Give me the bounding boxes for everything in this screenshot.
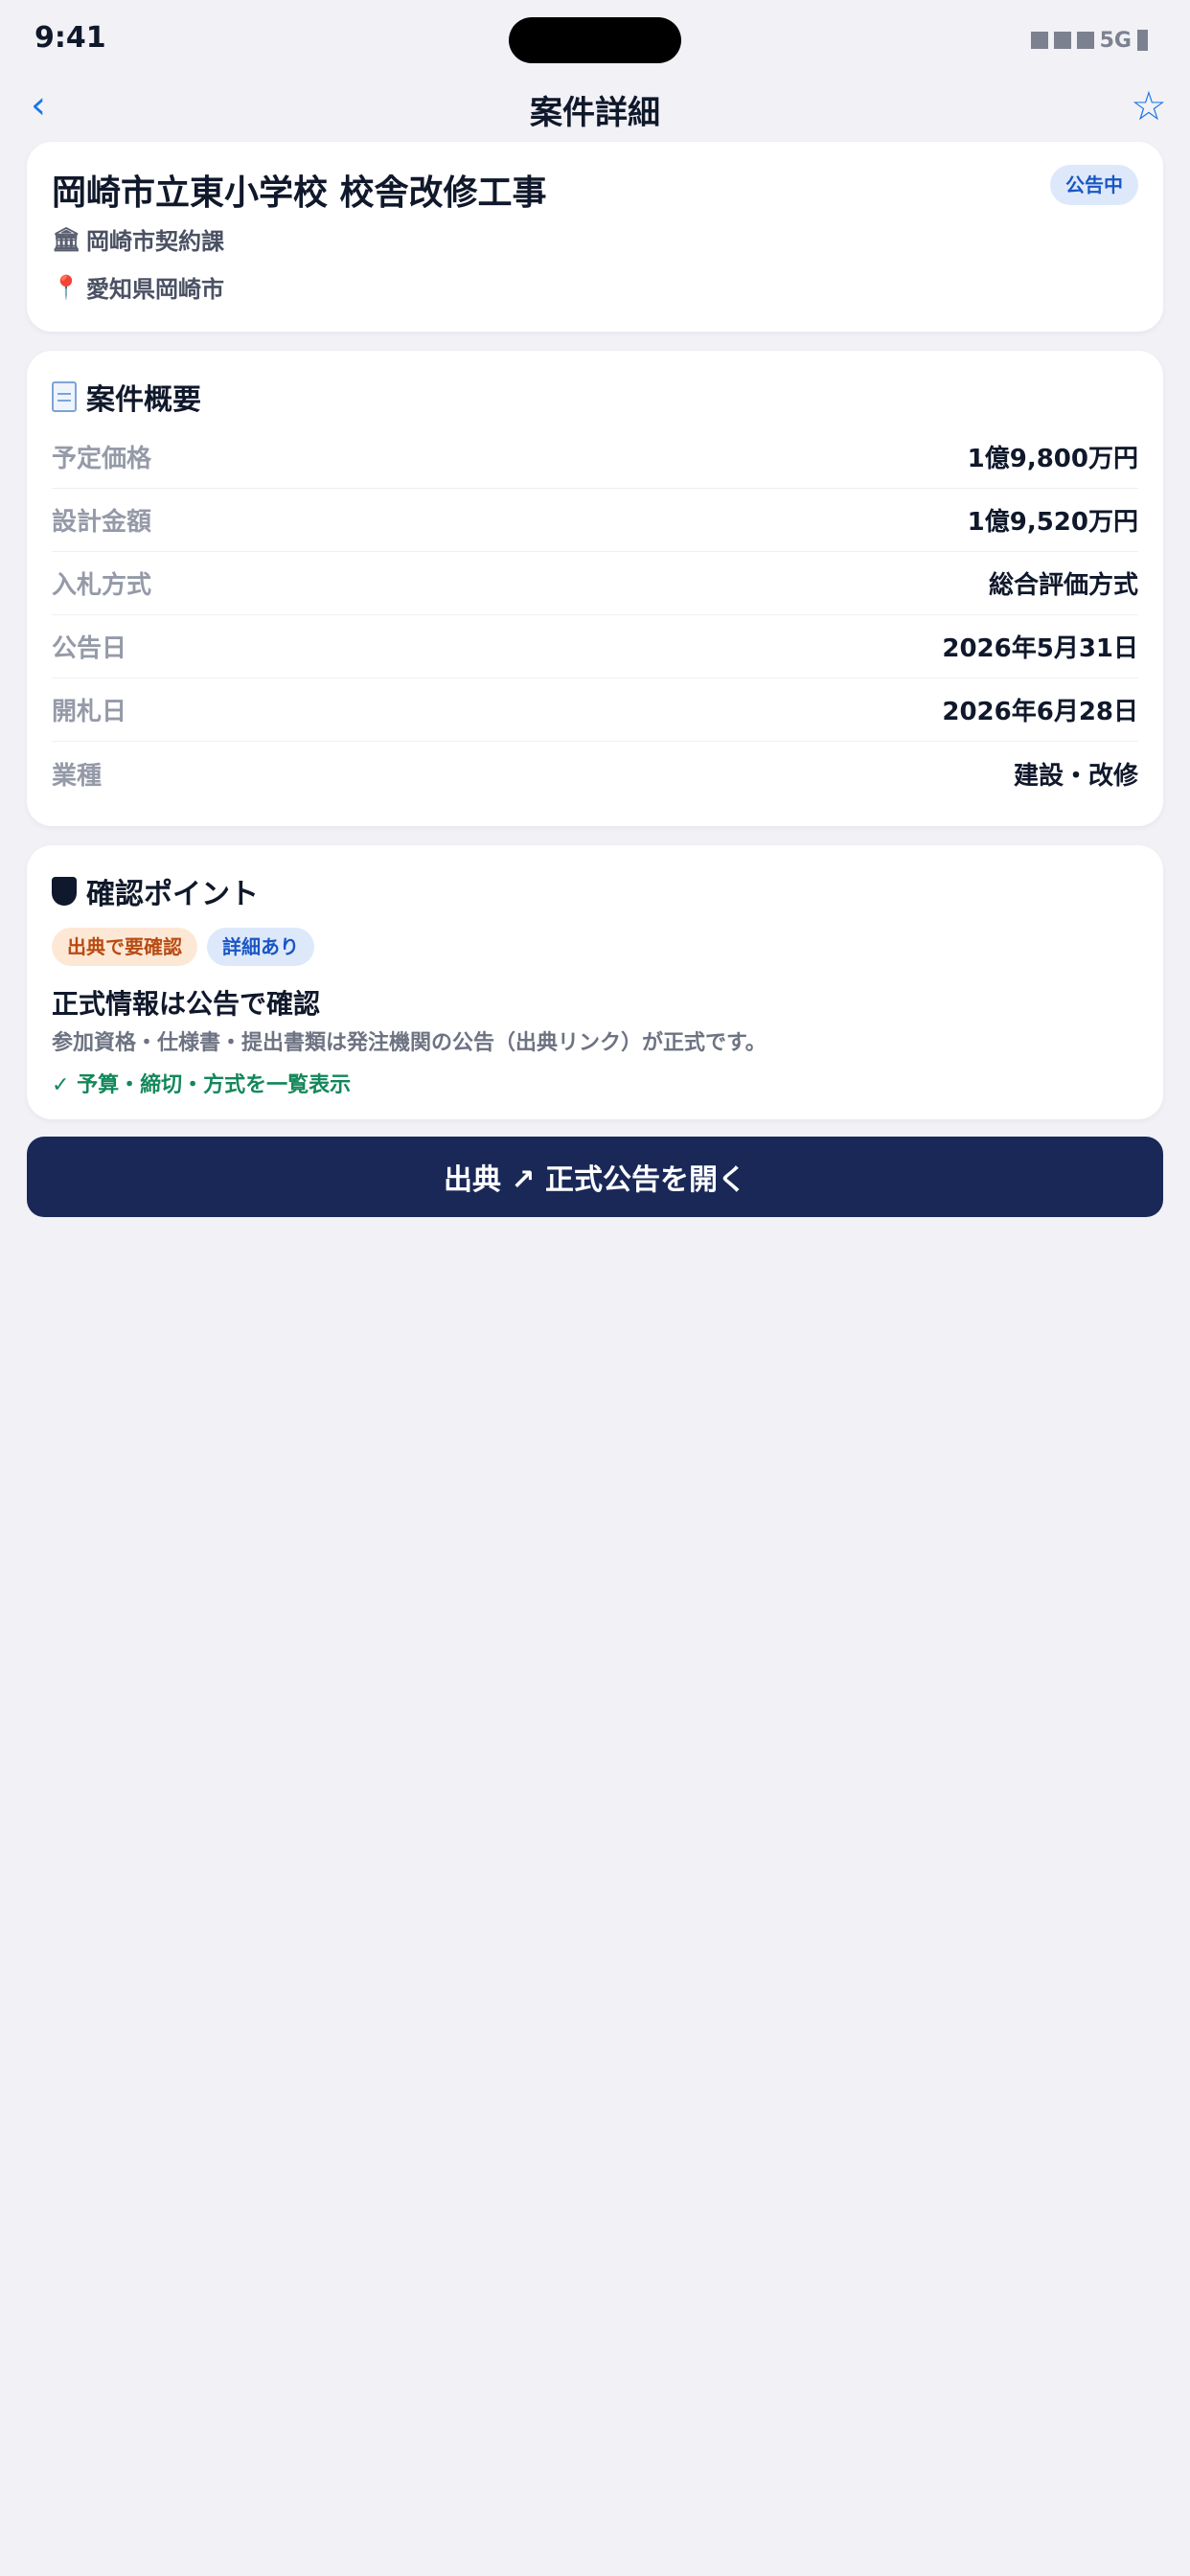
overview-card: 案件概要 予定価格 1億9,800万円 設計金額 1億9,520万円 入札方式 … [27, 351, 1163, 826]
status-bar: 9:41 5G [0, 0, 1190, 80]
overview-heading: 案件概要 [52, 376, 201, 418]
info-value: 1億9,800万円 [967, 445, 1138, 473]
info-row-design-amount: 設計金額 1億9,520万円 [52, 489, 1138, 552]
location-row: 📍 愛知県岡崎市 [52, 270, 224, 304]
info-label: 設計金額 [52, 508, 152, 537]
signal-icon [1053, 32, 1071, 49]
agency-name: 岡崎市契約課 [86, 228, 224, 255]
check-heading: 確認ポイント [52, 870, 259, 912]
status-badge: 公告中 [1050, 165, 1138, 205]
open-source-button[interactable]: 出典 ↗ 正式公告を開く [27, 1137, 1163, 1217]
dynamic-island [509, 17, 681, 63]
info-label: 業種 [52, 761, 103, 791]
document-icon [52, 381, 77, 412]
battery-icon [1137, 30, 1148, 51]
location-pin-icon: 📍 [52, 273, 80, 301]
shield-icon [52, 877, 77, 906]
agency-row: 🏛 岡崎市契約課 [52, 222, 224, 256]
check-title: 正式情報は公告で確認 [52, 988, 321, 1020]
info-label: 開札日 [52, 698, 127, 726]
info-label: 入札方式 [52, 571, 152, 600]
tag-row: 出典で要確認 詳細あり [52, 928, 314, 966]
info-value: 1億9,520万円 [967, 508, 1138, 537]
location-name: 愛知県岡崎市 [86, 276, 224, 303]
check-confirmation: ✓ 予算・締切・方式を一覧表示 [52, 1073, 352, 1097]
project-name: 岡崎市立東小学校 校舎改修工事 [52, 173, 547, 213]
info-value: 2026年6月28日 [942, 698, 1138, 726]
info-row-industry: 業種 建設・改修 [52, 742, 1138, 805]
status-indicators: 5G [1030, 27, 1148, 54]
check-description: 参加資格・仕様書・提出書類は発注機関の公告（出典リンク）が正式です。 [52, 1031, 767, 1055]
overview-heading-label: 案件概要 [86, 383, 201, 417]
info-value: 2026年5月31日 [942, 634, 1138, 663]
info-label: 公告日 [52, 634, 127, 663]
signal-icon [1076, 32, 1094, 49]
network-label: 5G [1099, 28, 1132, 53]
info-row-budget: 予定価格 1億9,800万円 [52, 426, 1138, 489]
check-points-card: 確認ポイント 出典で要確認 詳細あり 正式情報は公告で確認 参加資格・仕様書・提… [27, 845, 1163, 1119]
bank-icon: 🏛 [52, 225, 81, 253]
info-row-opening-date: 開札日 2026年6月28日 [52, 678, 1138, 742]
check-heading-label: 確認ポイント [86, 878, 259, 911]
project-header-card: 岡崎市立東小学校 校舎改修工事 公告中 🏛 岡崎市契約課 📍 愛知県岡崎市 [27, 142, 1163, 332]
tag-has-details: 詳細あり [207, 928, 314, 966]
signal-icon [1030, 32, 1048, 49]
info-value: 建設・改修 [1013, 761, 1138, 791]
info-value: 総合評価方式 [988, 571, 1138, 600]
nav-bar: ‹ 案件詳細 ☆ [0, 80, 1190, 134]
page-title: 案件詳細 [530, 94, 660, 132]
info-row-bid-method: 入札方式 総合評価方式 [52, 552, 1138, 615]
info-row-announce-date: 公告日 2026年5月31日 [52, 615, 1138, 678]
tag-verify-source: 出典で要確認 [52, 928, 197, 966]
favorite-star-icon[interactable]: ☆ [1123, 80, 1175, 132]
status-time: 9:41 [34, 21, 106, 55]
info-label: 予定価格 [52, 445, 152, 473]
overview-list: 予定価格 1億9,800万円 設計金額 1億9,520万円 入札方式 総合評価方… [52, 426, 1138, 805]
